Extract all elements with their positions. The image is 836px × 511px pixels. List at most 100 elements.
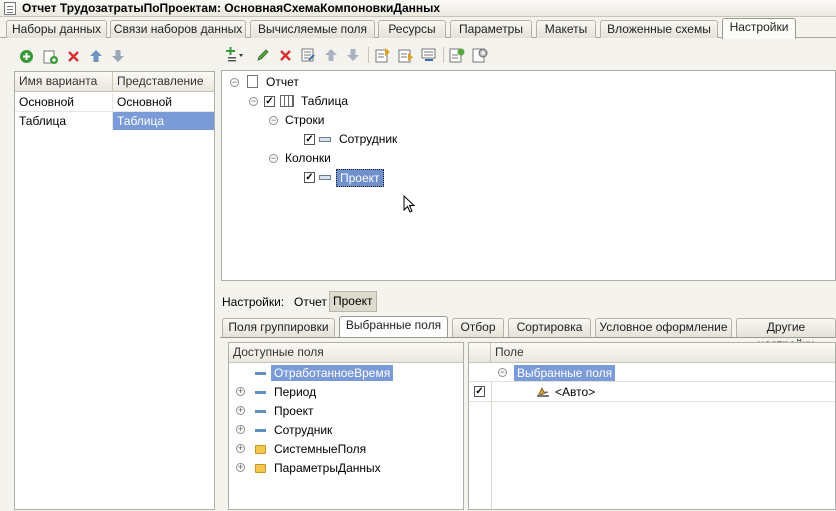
expand-icon[interactable]: +	[236, 463, 245, 472]
group-move-button[interactable]	[421, 47, 437, 63]
toolbar-separator	[443, 47, 444, 63]
row-divider	[469, 401, 835, 402]
collapse-icon[interactable]: −	[269, 116, 278, 125]
tree-node-table[interactable]: Таблица	[301, 93, 348, 109]
collapse-icon[interactable]: −	[498, 368, 507, 377]
table-icon	[280, 95, 294, 107]
copy-add-icon	[43, 50, 58, 64]
arrow-up-icon	[90, 50, 102, 62]
arrow-down-icon	[112, 50, 124, 62]
settings-item-report[interactable]: Отчет	[294, 294, 327, 310]
available-field-data-params[interactable]: ПараметрыДанных	[274, 460, 381, 476]
group-down-button[interactable]	[398, 47, 414, 63]
field-icon	[255, 372, 266, 375]
expand-icon[interactable]: +	[236, 406, 245, 415]
settings-item-project[interactable]: Проект	[329, 291, 377, 312]
tab-resources[interactable]: Ресурсы	[378, 20, 446, 38]
tab-label: Отбор	[460, 320, 496, 334]
move-up-button[interactable]	[88, 48, 104, 64]
variant-name: Основной	[15, 93, 113, 112]
tab-label: Вложенные схемы	[607, 22, 711, 36]
available-fields-header: Доступные поля	[229, 343, 463, 363]
tab-selected-fields[interactable]: Выбранные поля	[339, 316, 448, 337]
auto-field-checkbox[interactable]: ✓	[474, 386, 485, 397]
tab-settings[interactable]: Настройки	[722, 18, 796, 39]
tree-node-rows[interactable]: Строки	[285, 112, 324, 128]
field-icon	[319, 137, 331, 142]
move-element-down-button[interactable]	[345, 47, 361, 63]
expand-icon[interactable]: +	[236, 444, 245, 453]
row-divider	[469, 381, 835, 382]
arrow-up-icon	[325, 49, 337, 61]
add-variant-button[interactable]	[18, 48, 34, 64]
auto-field-icon	[537, 387, 549, 397]
group-level-down-icon	[398, 49, 413, 63]
auto-field[interactable]: <Авто>	[555, 384, 595, 400]
project-checkbox[interactable]: ✓	[304, 172, 315, 183]
available-field-system[interactable]: СистемныеПоля	[274, 441, 366, 457]
tab-data-set-links[interactable]: Связи наборов данных	[110, 20, 246, 38]
window-title: Отчет ТрудозатратыПоПроектам: ОсновнаяСх…	[22, 1, 441, 15]
move-element-up-button[interactable]	[323, 47, 339, 63]
tab-label: Поля группировки	[228, 320, 329, 334]
tab-conditional-format[interactable]: Условное оформление	[595, 318, 732, 337]
tab-data-sets[interactable]: Наборы данных	[6, 20, 107, 38]
column-header-presentation[interactable]: Представление	[113, 72, 214, 92]
add-grouping-button[interactable]	[224, 47, 246, 63]
column-header-variant-name[interactable]: Имя варианта	[15, 72, 113, 92]
group-level-up-icon	[375, 48, 390, 63]
expand-icon[interactable]: +	[236, 425, 245, 434]
folder-icon	[255, 445, 266, 454]
tree-node-employee[interactable]: Сотрудник	[339, 131, 397, 147]
delete-element-button[interactable]	[277, 47, 293, 63]
field-icon	[255, 410, 266, 413]
tab-label: Настройки	[729, 20, 789, 34]
selected-fields-group[interactable]: Выбранные поля	[514, 365, 616, 381]
collapse-icon[interactable]: −	[269, 154, 278, 163]
settings-label: Настройки:	[222, 295, 285, 309]
copy-variant-button[interactable]	[42, 48, 58, 64]
expand-icon[interactable]: +	[236, 387, 245, 396]
delete-variant-button[interactable]	[65, 48, 81, 64]
delete-icon	[67, 50, 79, 62]
table-checkbox[interactable]: ✓	[264, 96, 275, 107]
main-tab-bar: Наборы данных Связи наборов данных Вычис…	[0, 18, 836, 39]
group-up-button[interactable]	[375, 47, 391, 63]
tab-label: Связи наборов данных	[113, 22, 243, 36]
tab-label: Параметры	[459, 22, 523, 36]
available-fields-panel: Доступные поля ОтработанноеВремя + Перио…	[228, 342, 464, 510]
tab-grouping-fields[interactable]: Поля группировки	[222, 318, 335, 337]
move-down-button[interactable]	[110, 48, 126, 64]
settings-add-button[interactable]	[449, 47, 465, 63]
collapse-icon[interactable]: −	[249, 97, 258, 106]
tree-root-report[interactable]: Отчет	[266, 74, 299, 90]
available-field-worked-time[interactable]: ОтработанноеВремя	[271, 365, 394, 381]
tab-label: Выбранные поля	[345, 318, 442, 332]
tree-node-columns[interactable]: Колонки	[285, 150, 331, 166]
variant-name: Таблица	[15, 112, 113, 130]
properties-icon	[301, 48, 315, 62]
field-icon	[255, 391, 266, 394]
settings-options-button[interactable]	[472, 47, 488, 63]
available-field-project[interactable]: Проект	[274, 403, 314, 419]
tree-node-project[interactable]: Проект	[336, 169, 384, 187]
tab-calculated-fields[interactable]: Вычисляемые поля	[250, 20, 375, 38]
tab-filter[interactable]: Отбор	[452, 318, 504, 337]
tab-other-settings[interactable]: Другие настройки	[736, 318, 836, 351]
variants-list: Имя варианта Представление Основной Осно…	[14, 71, 215, 510]
available-field-period[interactable]: Период	[274, 384, 316, 400]
tab-layouts[interactable]: Макеты	[536, 20, 596, 38]
tab-parameters[interactable]: Параметры	[450, 20, 532, 38]
delete-icon	[279, 49, 291, 61]
field-icon	[319, 175, 331, 180]
settings-add-icon	[449, 48, 465, 63]
properties-button[interactable]	[300, 47, 316, 63]
tab-nested-schemas[interactable]: Вложенные схемы	[600, 20, 718, 38]
tab-sorting[interactable]: Сортировка	[508, 318, 591, 337]
group-move-icon	[421, 48, 436, 61]
edit-button[interactable]	[255, 47, 271, 63]
available-field-employee[interactable]: Сотрудник	[274, 422, 332, 438]
document-icon	[4, 2, 16, 15]
employee-checkbox[interactable]: ✓	[304, 134, 315, 145]
collapse-icon[interactable]: −	[230, 78, 239, 87]
